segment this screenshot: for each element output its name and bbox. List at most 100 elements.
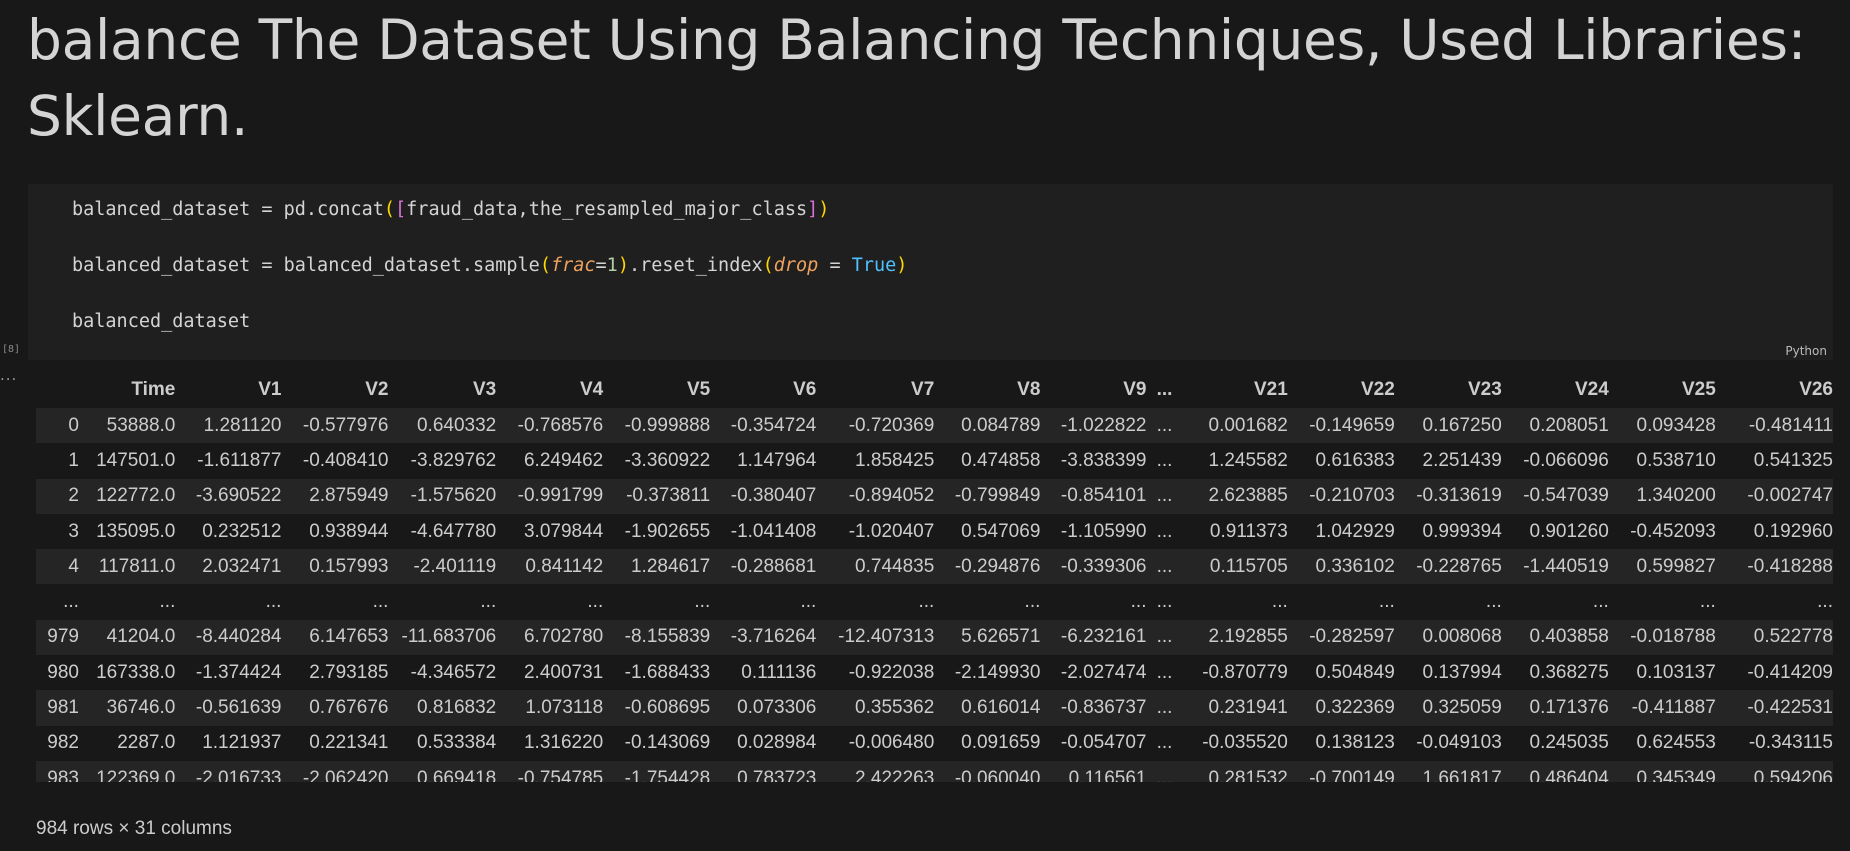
table-cell: -0.373811 (626, 485, 711, 507)
table-cell: -1.575620 (410, 485, 497, 507)
table-cell: -1.041408 (730, 520, 817, 542)
table-cell: -0.282597 (1309, 626, 1395, 648)
table-cell: 2.032471 (202, 555, 282, 577)
column-header: V3 (472, 379, 497, 400)
table-cell: -0.066096 (1523, 449, 1609, 471)
table-cell: 2.400731 (523, 661, 604, 683)
table-cell: ... (694, 591, 711, 613)
table-row: 1 147501.0 -1.611877 -0.408410 -3.829762 6.24… (36, 443, 1833, 478)
table-cell: -0.799849 (954, 485, 1041, 507)
column-header: V23 (1467, 379, 1502, 400)
table-cell: -0.228765 (1416, 555, 1502, 577)
table-cell: ... (1156, 697, 1173, 719)
table-row: 979 41204.0 -8.440284 6.147653 -11.683706 6.7… (36, 619, 1833, 656)
table-cell: 1.121937 (202, 732, 282, 754)
output-more-button[interactable]: ... (0, 366, 16, 384)
table-cell: 0.547069 (961, 520, 1041, 542)
table-cell: -0.060040 (954, 767, 1041, 782)
table-cell: 1.340200 (1636, 485, 1716, 507)
column-header: V7 (911, 379, 935, 400)
table-cell: -8.440284 (195, 626, 282, 648)
table-cell: 0.192960 (1753, 520, 1833, 542)
table-cell: 2.875949 (309, 485, 389, 507)
table-cell: 6.147653 (309, 626, 389, 648)
table-cell: 0.355362 (855, 697, 935, 719)
table-cell: ... (1592, 591, 1609, 613)
table-row: ........................................… (36, 584, 1833, 619)
cell-output: Time V1 V2 V3 V4 V5 V6 V7 V8 V9... V21 V22 V23 V24 V25… (36, 372, 1833, 782)
table-cell: 135095.0 (96, 520, 176, 542)
row-index: 3 (68, 520, 79, 542)
table-cell: 53888.0 (106, 414, 176, 436)
table-cell: 122369.0 (96, 767, 176, 782)
table-cell: 6.249462 (523, 449, 604, 471)
markdown-heading: balance The Dataset Using Balancing Tech… (27, 8, 1807, 148)
table-cell: -0.380407 (730, 485, 817, 507)
table-row: 3 135095.0 0.232512 0.938944 -4.647780 3.0798… (36, 514, 1833, 549)
table-cell: 0.599827 (1636, 555, 1716, 577)
table-cell: 0.138123 (1315, 732, 1395, 754)
table-cell: 0.171376 (1529, 697, 1609, 719)
table-cell: 0.624553 (1636, 732, 1716, 754)
row-index: 1 (68, 449, 79, 471)
table-cell: 0.640332 (416, 414, 497, 436)
table-cell: -0.991799 (517, 485, 604, 507)
table-cell: -0.143069 (624, 732, 711, 754)
table-cell: 41204.0 (106, 626, 176, 648)
table-cell: -0.018788 (1630, 626, 1716, 648)
table-cell: -0.210703 (1309, 485, 1395, 507)
table-cell: ... (1024, 591, 1041, 613)
table-cell: -1.440519 (1523, 555, 1609, 577)
table-cell: -1.022822 (1060, 414, 1147, 436)
table-cell: -1.020407 (848, 520, 935, 542)
column-header: Time (131, 379, 176, 400)
language-label[interactable]: Python (1785, 344, 1827, 358)
table-cell: 0.221341 (309, 732, 389, 754)
table-cell: 0.486404 (1529, 767, 1609, 782)
table-cell: -0.836737 (1060, 697, 1147, 719)
table-cell: 0.001682 (1208, 414, 1288, 436)
table-cell: 0.522778 (1753, 626, 1833, 648)
table-cell: 0.345349 (1636, 767, 1716, 782)
table-cell: -2.149930 (954, 661, 1041, 683)
table-cell: -0.006480 (848, 732, 935, 754)
table-cell: -3.838399 (1060, 449, 1147, 471)
table-cell: 0.403858 (1529, 626, 1609, 648)
table-cell: -0.354724 (730, 414, 817, 436)
row-index: 979 (47, 626, 79, 648)
code-line-2: balanced_dataset = balanced_dataset.samp… (72, 255, 908, 276)
table-cell: ... (1817, 591, 1833, 613)
table-cell: 0.594206 (1753, 767, 1833, 782)
table-cell: 0.008068 (1422, 626, 1502, 648)
table-cell: 0.841142 (525, 555, 604, 577)
table-cell: 0.616383 (1315, 449, 1395, 471)
table-cell: -0.452093 (1630, 520, 1716, 542)
table-cell: 0.091659 (961, 732, 1041, 754)
table-cell: 0.157993 (309, 555, 389, 577)
table-cell: ... (1156, 732, 1173, 754)
row-index: 0 (68, 414, 79, 436)
table-cell: 3.079844 (523, 520, 604, 542)
column-header: V22 (1360, 379, 1395, 400)
table-cell: 0.744835 (855, 555, 935, 577)
code-cell-editor[interactable]: balanced_dataset = pd.concat([fraud_data… (28, 184, 1833, 360)
table-cell: ... (159, 591, 176, 613)
table-cell: ... (480, 591, 497, 613)
table-cell: ... (587, 591, 604, 613)
table-cell: 0.474858 (961, 449, 1041, 471)
table-cell: 2287.0 (117, 732, 176, 754)
column-header: V9 (1123, 379, 1147, 400)
table-cell: -0.049103 (1416, 732, 1502, 754)
table-cell: -1.611877 (197, 449, 282, 471)
table-cell: -0.999888 (624, 414, 711, 436)
table-cell: -6.232161 (1060, 626, 1147, 648)
table-cell: -0.054707 (1060, 732, 1147, 754)
row-index: 983 (47, 767, 79, 782)
table-cell: 0.504849 (1315, 661, 1395, 683)
table-cell: 117811.0 (98, 555, 176, 577)
table-cell: -0.288681 (730, 555, 817, 577)
table-cell: 122772.0 (96, 485, 176, 507)
table-cell: -4.647780 (410, 520, 497, 542)
table-cell: ... (1156, 520, 1173, 542)
table-cell: 0.911373 (1209, 520, 1288, 542)
